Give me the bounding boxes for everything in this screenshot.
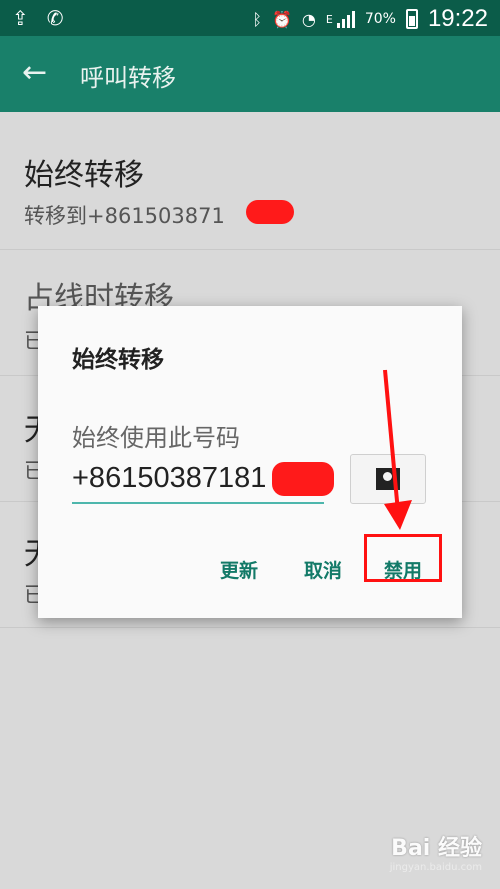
watermark: Bai 经验 jingyan.baidu.com	[390, 830, 482, 873]
annotation-arrow	[383, 369, 412, 530]
watermark-url: jingyan.baidu.com	[389, 862, 482, 873]
watermark-brand: Bai 经验	[391, 836, 482, 861]
